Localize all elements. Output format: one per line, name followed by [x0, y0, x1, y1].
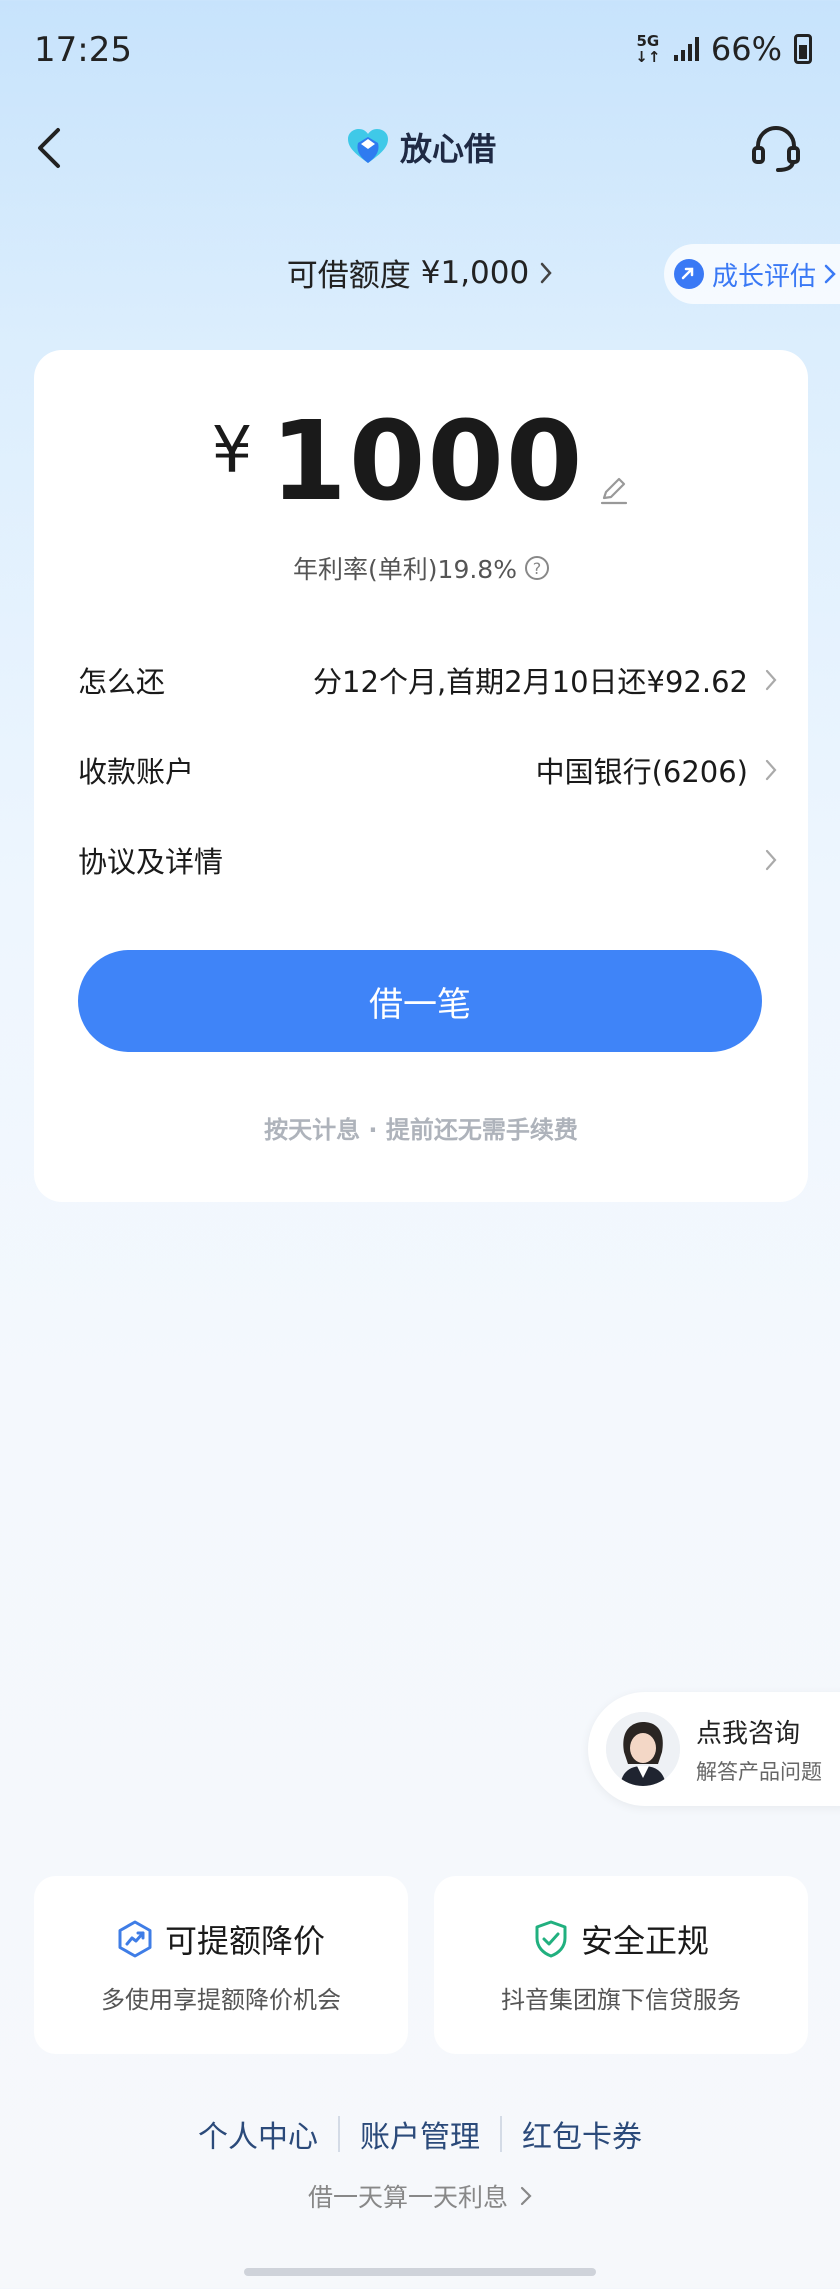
receiving-account-row[interactable]: 收款账户 中国银行(6206) [78, 740, 778, 800]
loan-amount[interactable]: 1000 [270, 406, 584, 516]
quota-label: 可借额度 [286, 258, 411, 294]
chevron-right-icon [765, 849, 777, 871]
feature-title: 安全正规 [580, 1922, 709, 1960]
chevron-right-icon [520, 2186, 532, 2206]
signal-icon [673, 37, 699, 61]
chevron-right-icon [765, 759, 777, 781]
growth-chart-icon [118, 1920, 152, 1958]
agent-avatar [606, 1712, 680, 1786]
quota-amount: ¥1,000 [420, 254, 530, 291]
bottom-links: 个人中心 账户管理 红包卡券 [0, 2112, 840, 2156]
home-indicator[interactable] [244, 2268, 596, 2276]
interest-rate-text: 年利率(单利)19.8% [293, 555, 517, 584]
link-coupons[interactable]: 红包卡券 [502, 2112, 662, 2156]
feature-card-security: 安全正规 抖音集团旗下信贷服务 [434, 1876, 808, 2054]
slogan-text: 借一天算一天利息 [307, 2183, 508, 2212]
help-icon[interactable]: ? [524, 556, 549, 580]
fee-note: 按天计息 · 提前还无需手续费 [264, 1116, 578, 1144]
app-title-text: 放心借 [399, 130, 496, 168]
app-logo-icon [347, 129, 388, 163]
consult-title: 点我咨询 [696, 1718, 801, 1749]
loan-amount-row[interactable]: ¥ 1000 [34, 406, 808, 516]
loan-card: ¥ 1000 年利率(单利)19.8% ? 怎么还 分12个月,首期2月10日还… [34, 350, 808, 1202]
account-value: 中国银行(6206) [535, 755, 748, 789]
account-label: 收款账户 [78, 755, 195, 789]
headset-icon[interactable] [748, 120, 804, 176]
chevron-right-icon [540, 262, 552, 283]
interest-rate: 年利率(单利)19.8% ? [34, 550, 808, 586]
battery-percent: 66% [710, 30, 782, 68]
network-5g-icon: 5G ↓↑ [635, 32, 661, 66]
agreement-label: 协议及详情 [78, 845, 224, 879]
feature-desc: 抖音集团旗下信贷服务 [501, 1986, 741, 2014]
status-indicators: 5G ↓↑ 66% [634, 30, 812, 68]
edit-pencil-icon[interactable] [598, 474, 630, 506]
status-time: 17:25 [34, 30, 132, 70]
interest-slogan[interactable]: 借一天算一天利息 [0, 2178, 840, 2214]
chevron-right-icon [765, 669, 777, 691]
agreement-details-row[interactable]: 协议及详情 [78, 830, 778, 890]
chevron-right-icon [824, 264, 836, 284]
consult-widget[interactable]: 点我咨询 解答产品问题 [588, 1692, 840, 1806]
repayment-value: 分12个月,首期2月10日还¥92.62 [313, 665, 748, 699]
battery-icon [794, 34, 812, 64]
feature-desc: 多使用享提额降价机会 [101, 1986, 341, 2014]
app-title: 放心借 [0, 124, 840, 170]
currency-symbol: ¥ [211, 414, 253, 488]
link-account-management[interactable]: 账户管理 [340, 2112, 500, 2156]
growth-label: 成长评估 [712, 261, 817, 292]
repayment-plan-row[interactable]: 怎么还 分12个月,首期2月10日还¥92.62 [78, 650, 778, 710]
feature-title: 可提额降价 [164, 1922, 325, 1960]
shield-check-icon [535, 1920, 567, 1958]
repayment-label: 怎么还 [78, 665, 166, 699]
growth-assessment-button[interactable]: 成长评估 [664, 244, 840, 304]
consult-subtitle: 解答产品问题 [696, 1759, 822, 1784]
feature-card-limit: 可提额降价 多使用享提额降价机会 [34, 1876, 408, 2054]
arrow-up-icon [674, 259, 704, 289]
link-personal-center[interactable]: 个人中心 [178, 2112, 338, 2156]
borrow-button[interactable]: 借一笔 [78, 950, 762, 1052]
